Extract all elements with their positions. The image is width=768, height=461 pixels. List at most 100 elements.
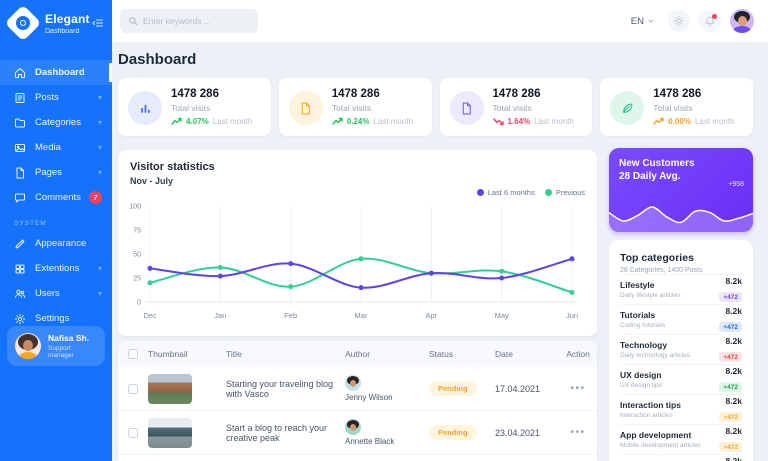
search-icon bbox=[128, 16, 138, 26]
table-row[interactable]: Starting your traveling blog with Vasco … bbox=[118, 367, 597, 411]
page-title: Dashboard bbox=[118, 51, 196, 68]
search-box bbox=[120, 9, 258, 33]
chevron-down-icon: ▾ bbox=[98, 289, 102, 298]
sidebar-item-appearance[interactable]: Appearance bbox=[0, 231, 112, 256]
post-thumbnail bbox=[148, 418, 192, 448]
user-name: Nafisa Sh. bbox=[48, 333, 97, 343]
file-icon bbox=[450, 91, 484, 125]
theme-toggle-button[interactable] bbox=[668, 10, 690, 32]
category-count: 8.2k bbox=[719, 456, 742, 461]
legend-item-previous[interactable]: Previous bbox=[545, 188, 585, 197]
collapse-sidebar-icon[interactable] bbox=[92, 17, 104, 29]
user-role: Support manager bbox=[48, 345, 97, 359]
dashboard-app: Elegant Dashboard Dashboard Posts ▾ Cate… bbox=[0, 0, 768, 461]
post-title: Starting your traveling blog with Vasco bbox=[226, 379, 345, 399]
extensions-icon bbox=[14, 263, 26, 275]
category-delta-badge: +472 bbox=[719, 352, 742, 362]
topbar: EN bbox=[112, 0, 768, 42]
category-count: 8.2k bbox=[719, 366, 742, 376]
top-categories-card: Top categories 28 Categories, 1400 Posts… bbox=[609, 240, 753, 461]
sidebar-header: Elegant Dashboard bbox=[0, 0, 112, 50]
top-categories-subtitle: 28 Categories, 1400 Posts bbox=[620, 267, 742, 274]
category-item-lifestyle[interactable]: LifestyleDaily lifestyle articles 8.2k+4… bbox=[620, 274, 742, 304]
select-all-checkbox[interactable] bbox=[128, 349, 138, 359]
category-count: 8.2k bbox=[719, 306, 742, 316]
chart-subtitle: Nov - July bbox=[130, 176, 585, 186]
category-count: 8.2k bbox=[719, 426, 742, 436]
category-name: Tutorials bbox=[620, 310, 719, 320]
author-name: Annette Black bbox=[345, 437, 394, 446]
category-count: 8.2k bbox=[719, 396, 742, 406]
author-name: Jenny Wilson bbox=[345, 393, 393, 402]
svg-text:50: 50 bbox=[133, 252, 141, 259]
row-actions-icon[interactable]: ••• bbox=[570, 383, 585, 394]
sidebar-item-extentions[interactable]: Extentions ▾ bbox=[0, 256, 112, 281]
category-item-ux-design[interactable]: UX designUX design tips 8.2k+472 bbox=[620, 364, 742, 394]
table-row[interactable]: Start a blog to reach your creative peak… bbox=[118, 411, 597, 455]
trend-note: Last month bbox=[534, 117, 574, 126]
home-icon bbox=[14, 67, 26, 79]
category-item-interaction-tips[interactable]: Interaction tipsInteraction articles 8.2… bbox=[620, 394, 742, 424]
stat-card-visits-4: 1478 286 Total visits 0.00% Last month bbox=[600, 78, 753, 136]
svg-text:Feb: Feb bbox=[284, 311, 297, 320]
language-selector[interactable]: EN bbox=[631, 16, 655, 27]
sidebar-item-pages[interactable]: Pages ▾ bbox=[0, 160, 112, 185]
category-item-technology[interactable]: TechnologyDaily technology articles 8.2k… bbox=[620, 334, 742, 364]
post-thumbnail bbox=[148, 374, 192, 404]
sidebar-menu: Dashboard Posts ▾ Categories ▾ Media ▾ P… bbox=[0, 60, 112, 331]
category-delta-badge: +472 bbox=[719, 322, 742, 332]
svg-text:Dec: Dec bbox=[143, 311, 157, 320]
stat-card-visits-2: 1478 286 Total visits 0.24% Last month bbox=[279, 78, 432, 136]
category-name: Lifestyle bbox=[620, 280, 719, 290]
sidebar-user-card[interactable]: Nafisa Sh. Support manager bbox=[7, 326, 105, 366]
sidebar-item-label: Extentions bbox=[35, 263, 79, 274]
svg-text:25: 25 bbox=[133, 276, 141, 283]
sidebar-item-comments[interactable]: Comments 7 bbox=[0, 185, 112, 210]
row-checkbox[interactable] bbox=[128, 428, 138, 438]
chevron-down-icon: ▾ bbox=[98, 118, 102, 127]
col-status: Status bbox=[429, 349, 495, 359]
table-row[interactable] bbox=[118, 455, 597, 461]
row-actions-icon[interactable]: ••• bbox=[570, 427, 585, 438]
legend-dot bbox=[477, 189, 484, 196]
sidebar-item-posts[interactable]: Posts ▾ bbox=[0, 85, 112, 110]
category-item-nature[interactable]: NatureWildlife animal articles 8.2k+472 bbox=[620, 454, 742, 461]
svg-text:75: 75 bbox=[133, 228, 141, 235]
table-header-row: Thumbnail Title Author Status Date Actio… bbox=[118, 341, 597, 367]
stat-card-visits-1: 1478 286 Total visits 4.07% Last month bbox=[118, 78, 271, 136]
sidebar-item-dashboard[interactable]: Dashboard bbox=[0, 60, 112, 85]
stat-value: 1478 286 bbox=[493, 88, 574, 100]
legend-label: Previous bbox=[556, 188, 585, 197]
category-item-app-development[interactable]: App developmentMobile development articl… bbox=[620, 424, 742, 454]
trend-down-icon bbox=[493, 117, 504, 126]
svg-text:Mar: Mar bbox=[355, 311, 368, 320]
legend-item-last-6-months[interactable]: Last 6 months bbox=[477, 188, 535, 197]
chevron-down-icon bbox=[647, 17, 655, 25]
notifications-button[interactable] bbox=[699, 10, 721, 32]
sidebar-item-users[interactable]: Users ▾ bbox=[0, 281, 112, 306]
new-customers-title: New Customers bbox=[609, 148, 753, 169]
chevron-down-icon: ▾ bbox=[98, 93, 102, 102]
categories-icon bbox=[14, 117, 26, 129]
sidebar: Elegant Dashboard Dashboard Posts ▾ Cate… bbox=[0, 0, 112, 461]
media-icon bbox=[14, 142, 26, 154]
category-item-tutorials[interactable]: TutorialsCoding tutorials 8.2k+472 bbox=[620, 304, 742, 334]
row-checkbox[interactable] bbox=[128, 384, 138, 394]
sidebar-section-label: SYSTEM bbox=[0, 210, 112, 231]
sidebar-item-media[interactable]: Media ▾ bbox=[0, 135, 112, 160]
search-input[interactable] bbox=[143, 16, 250, 26]
profile-avatar[interactable] bbox=[730, 9, 754, 33]
file-icon bbox=[289, 91, 323, 125]
category-name: UX design bbox=[620, 370, 719, 380]
category-desc: Interaction articles bbox=[620, 412, 719, 419]
trend-note: Last month bbox=[695, 117, 735, 126]
chevron-down-icon: ▾ bbox=[98, 168, 102, 177]
sidebar-item-categories[interactable]: Categories ▾ bbox=[0, 110, 112, 135]
category-delta-badge: +472 bbox=[719, 292, 742, 302]
leaf-icon bbox=[610, 91, 644, 125]
sidebar-item-label: Appearance bbox=[35, 238, 86, 249]
sidebar-item-label: Media bbox=[35, 142, 61, 153]
svg-text:0: 0 bbox=[137, 300, 141, 307]
comments-icon bbox=[14, 192, 26, 204]
sidebar-item-label: Categories bbox=[35, 117, 81, 128]
